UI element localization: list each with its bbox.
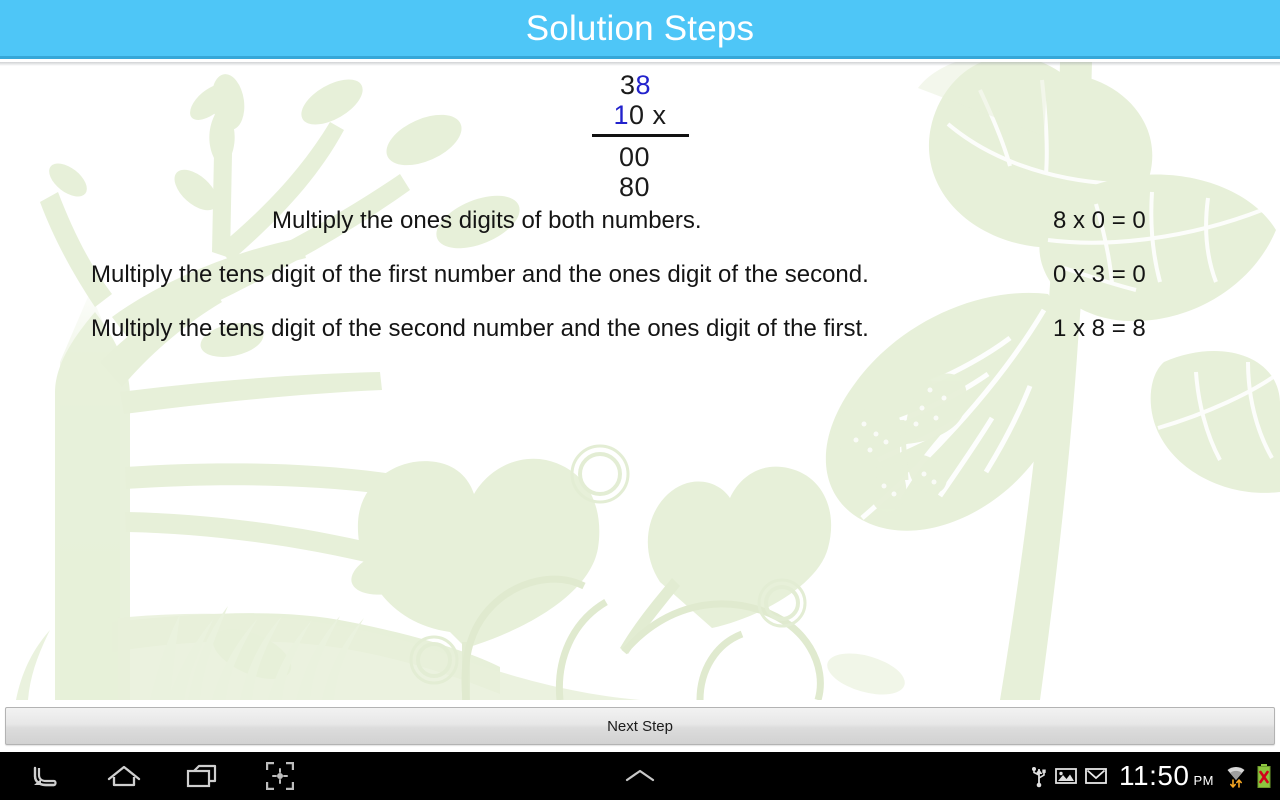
partial-product-2: 80 <box>618 172 651 202</box>
page-title: Solution Steps <box>525 8 755 48</box>
app-header: Solution Steps <box>0 0 1280 59</box>
status-bar-icons[interactable]: 11:50 PM <box>1031 752 1272 800</box>
multiplicand-ones: 8 <box>635 70 652 100</box>
header-shadow <box>0 62 1280 66</box>
screenshot-icon <box>266 762 294 790</box>
home-icon <box>107 763 141 789</box>
partial-product-1: 00 <box>618 142 651 172</box>
multiplicand-row: 38 <box>0 70 1280 100</box>
clock-time: 11:50 <box>1119 760 1190 791</box>
home-button[interactable] <box>92 752 156 800</box>
usb-icon <box>1031 764 1047 788</box>
back-arrow-icon <box>29 763 59 789</box>
status-clock: 11:50 PM <box>1119 762 1214 790</box>
gmail-icon <box>1085 766 1107 786</box>
step-description-1: Multiply the ones digits of both numbers… <box>272 207 702 234</box>
expand-notifications-button[interactable] <box>608 752 672 800</box>
clock-ampm: PM <box>1193 773 1214 788</box>
chevron-up-icon <box>624 767 656 785</box>
app-screen: Solution Steps 38 10 x 00 80 Multiply th… <box>0 0 1280 800</box>
multiplier-row: 10 x <box>0 100 1280 130</box>
next-step-button[interactable]: Next Step <box>5 707 1275 745</box>
multiplier-ones-operator: 0 x <box>629 100 667 130</box>
step-description-2: Multiply the tens digit of the first num… <box>91 261 869 288</box>
step-result-3: 1 x 8 = 8 <box>1053 315 1146 342</box>
wifi-icon <box>1224 763 1248 789</box>
multiplicand-tens: 3 <box>619 70 636 100</box>
recent-apps-button[interactable] <box>170 752 234 800</box>
multiplication-problem: 38 10 x 00 80 <box>0 70 1280 202</box>
back-button[interactable] <box>12 752 76 800</box>
screenshot-button[interactable] <box>248 752 312 800</box>
next-step-label: Next Step <box>607 717 673 735</box>
step-result-1: 8 x 0 = 0 <box>1053 207 1146 234</box>
recent-apps-icon <box>186 763 218 789</box>
calculation-divider <box>591 134 689 137</box>
multiplier-tens: 1 <box>613 100 629 130</box>
battery-error-icon <box>1256 763 1272 789</box>
step-description-3: Multiply the tens digit of the second nu… <box>91 315 869 342</box>
android-navigation-bar: 11:50 PM <box>0 752 1280 800</box>
screenshot-notification-icon <box>1055 766 1077 786</box>
main-content: 38 10 x 00 80 Multiply the ones digits o… <box>0 62 1280 700</box>
step-result-2: 0 x 3 = 0 <box>1053 261 1146 288</box>
